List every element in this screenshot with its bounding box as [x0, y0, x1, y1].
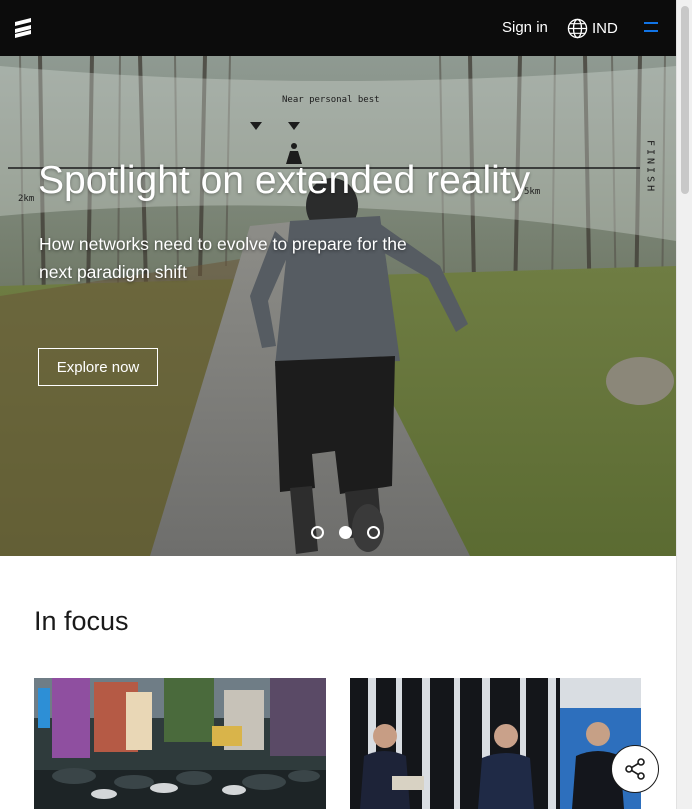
carousel-indicators: [311, 526, 380, 539]
hero-subtitle: How networks need to evolve to prepare f…: [39, 234, 407, 282]
hero-carousel: Near personal best 2km 5km FINISH Spotli…: [0, 56, 676, 556]
language-label: IND: [592, 19, 618, 37]
in-focus-card-1[interactable]: [34, 678, 326, 809]
carousel-dot-1[interactable]: [311, 526, 324, 539]
ar-distance-start: 2km: [18, 194, 34, 204]
hero-background-image: Near personal best 2km 5km FINISH: [0, 56, 676, 556]
in-focus-card-2[interactable]: [350, 678, 641, 809]
globe-icon: [567, 18, 588, 38]
share-button[interactable]: [611, 745, 659, 793]
panel-discussion-photo: [350, 678, 641, 809]
sign-in-link[interactable]: Sign in: [502, 18, 548, 38]
hero-title: Spotlight on extended reality: [38, 159, 531, 202]
carousel-dot-3[interactable]: [367, 526, 380, 539]
carousel-dot-2[interactable]: [339, 526, 352, 539]
city-crowd-umbrellas-photo: [34, 678, 326, 809]
ar-near-label: Near personal best: [282, 95, 380, 105]
in-focus-heading: In focus: [34, 606, 129, 636]
scrollbar-thumb[interactable]: [681, 6, 689, 194]
ericsson-logo-icon[interactable]: [13, 17, 33, 39]
top-navigation-bar: Sign in IND: [0, 0, 676, 56]
language-selector[interactable]: IND: [567, 17, 618, 39]
explore-now-button[interactable]: Explore now: [38, 348, 158, 386]
hamburger-menu-icon[interactable]: [644, 22, 658, 34]
ar-finish-label: FINISH: [645, 140, 656, 194]
share-icon: [625, 758, 645, 780]
page-scrollbar[interactable]: [676, 0, 692, 809]
